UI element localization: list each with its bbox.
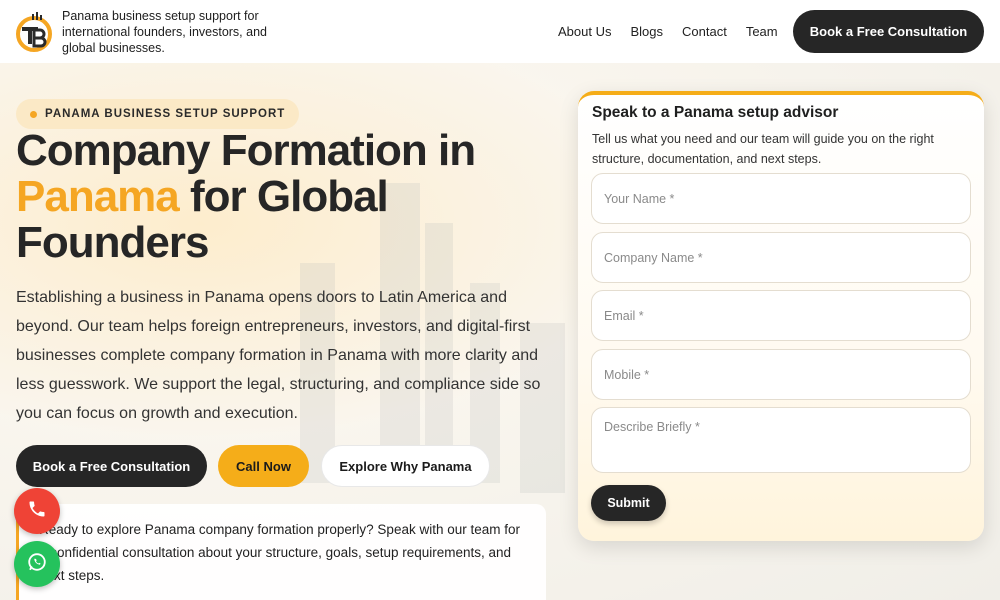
hero-title-part1: Company Formation in xyxy=(16,126,476,175)
nav-link-about[interactable]: About Us xyxy=(558,24,611,39)
nav-link-contact[interactable]: Contact xyxy=(682,24,727,39)
badge-label: PANAMA BUSINESS SETUP SUPPORT xyxy=(45,108,286,120)
header-book-consultation-button[interactable]: Book a Free Consultation xyxy=(793,10,984,53)
hero-title-accent: Panama xyxy=(16,172,180,221)
info-card-text: Ready to explore Panama company formatio… xyxy=(39,522,520,583)
form-subtitle: Tell us what you need and our team will … xyxy=(592,132,934,166)
badge-dot xyxy=(30,110,37,118)
main-nav: About Us Blogs Contact Team xyxy=(558,24,778,39)
consultation-info-card: Ready to explore Panama company formatio… xyxy=(16,504,546,600)
email-input[interactable] xyxy=(591,290,971,341)
form-title: Speak to a Panama setup advisor xyxy=(592,104,839,121)
call-now-button[interactable]: Call Now xyxy=(218,445,309,487)
tb-logo-icon[interactable] xyxy=(14,12,54,52)
hero-title: Company Formation in Panama for Global F… xyxy=(16,128,556,266)
nav-link-blogs[interactable]: Blogs xyxy=(630,24,663,39)
whatsapp-fab-button[interactable] xyxy=(14,541,60,587)
name-input[interactable] xyxy=(591,173,971,224)
whatsapp-icon xyxy=(26,551,48,578)
company-name-input[interactable] xyxy=(591,232,971,283)
mobile-input[interactable] xyxy=(591,349,971,400)
header-tagline: Panama business setup support for intern… xyxy=(62,9,267,55)
hero-description: Establishing a business in Panama opens … xyxy=(16,289,541,422)
phone-icon xyxy=(27,499,47,524)
nav-link-team[interactable]: Team xyxy=(746,24,778,39)
explore-why-panama-button[interactable]: Explore Why Panama xyxy=(321,445,490,487)
phone-fab-button[interactable] xyxy=(14,488,60,534)
book-consultation-button[interactable]: Book a Free Consultation xyxy=(16,445,207,487)
describe-briefly-textarea[interactable] xyxy=(591,407,971,473)
advisor-form-card: Speak to a Panama setup advisor Tell us … xyxy=(578,91,984,541)
site-header: Panama business setup support for intern… xyxy=(0,0,1000,63)
hero-badge: PANAMA BUSINESS SETUP SUPPORT xyxy=(16,99,300,129)
submit-button[interactable]: Submit xyxy=(591,485,666,521)
